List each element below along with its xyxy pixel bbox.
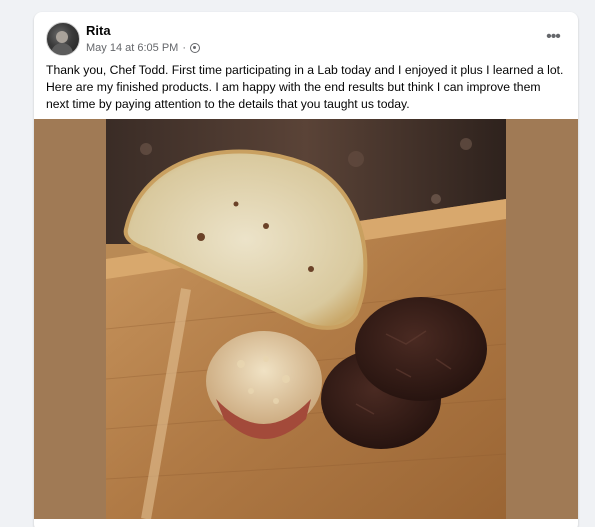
post-photo[interactable] — [106, 119, 506, 519]
meta-separator: · — [182, 42, 186, 54]
cookie-top — [355, 297, 487, 401]
photo-area[interactable] — [34, 119, 578, 519]
globe-icon[interactable] — [190, 43, 200, 53]
avatar-shoulders — [51, 43, 73, 55]
post-text: Thank you, Chef Todd. First time partici… — [46, 63, 564, 111]
author-name[interactable]: Rita — [86, 23, 111, 38]
post-timestamp[interactable]: May 14 at 6:05 PM — [86, 42, 178, 54]
avatar-face — [56, 31, 68, 43]
post-meta: May 14 at 6:05 PM · — [86, 42, 200, 54]
avatar[interactable] — [46, 22, 80, 56]
feed-page: Rita May 14 at 6:05 PM · ••• Thank you, … — [0, 0, 595, 527]
post-card: Rita May 14 at 6:05 PM · ••• Thank you, … — [34, 12, 578, 527]
more-options-button[interactable]: ••• — [540, 26, 566, 48]
photo-illustration — [106, 119, 506, 519]
post-header: Rita May 14 at 6:05 PM · ••• — [46, 22, 566, 66]
